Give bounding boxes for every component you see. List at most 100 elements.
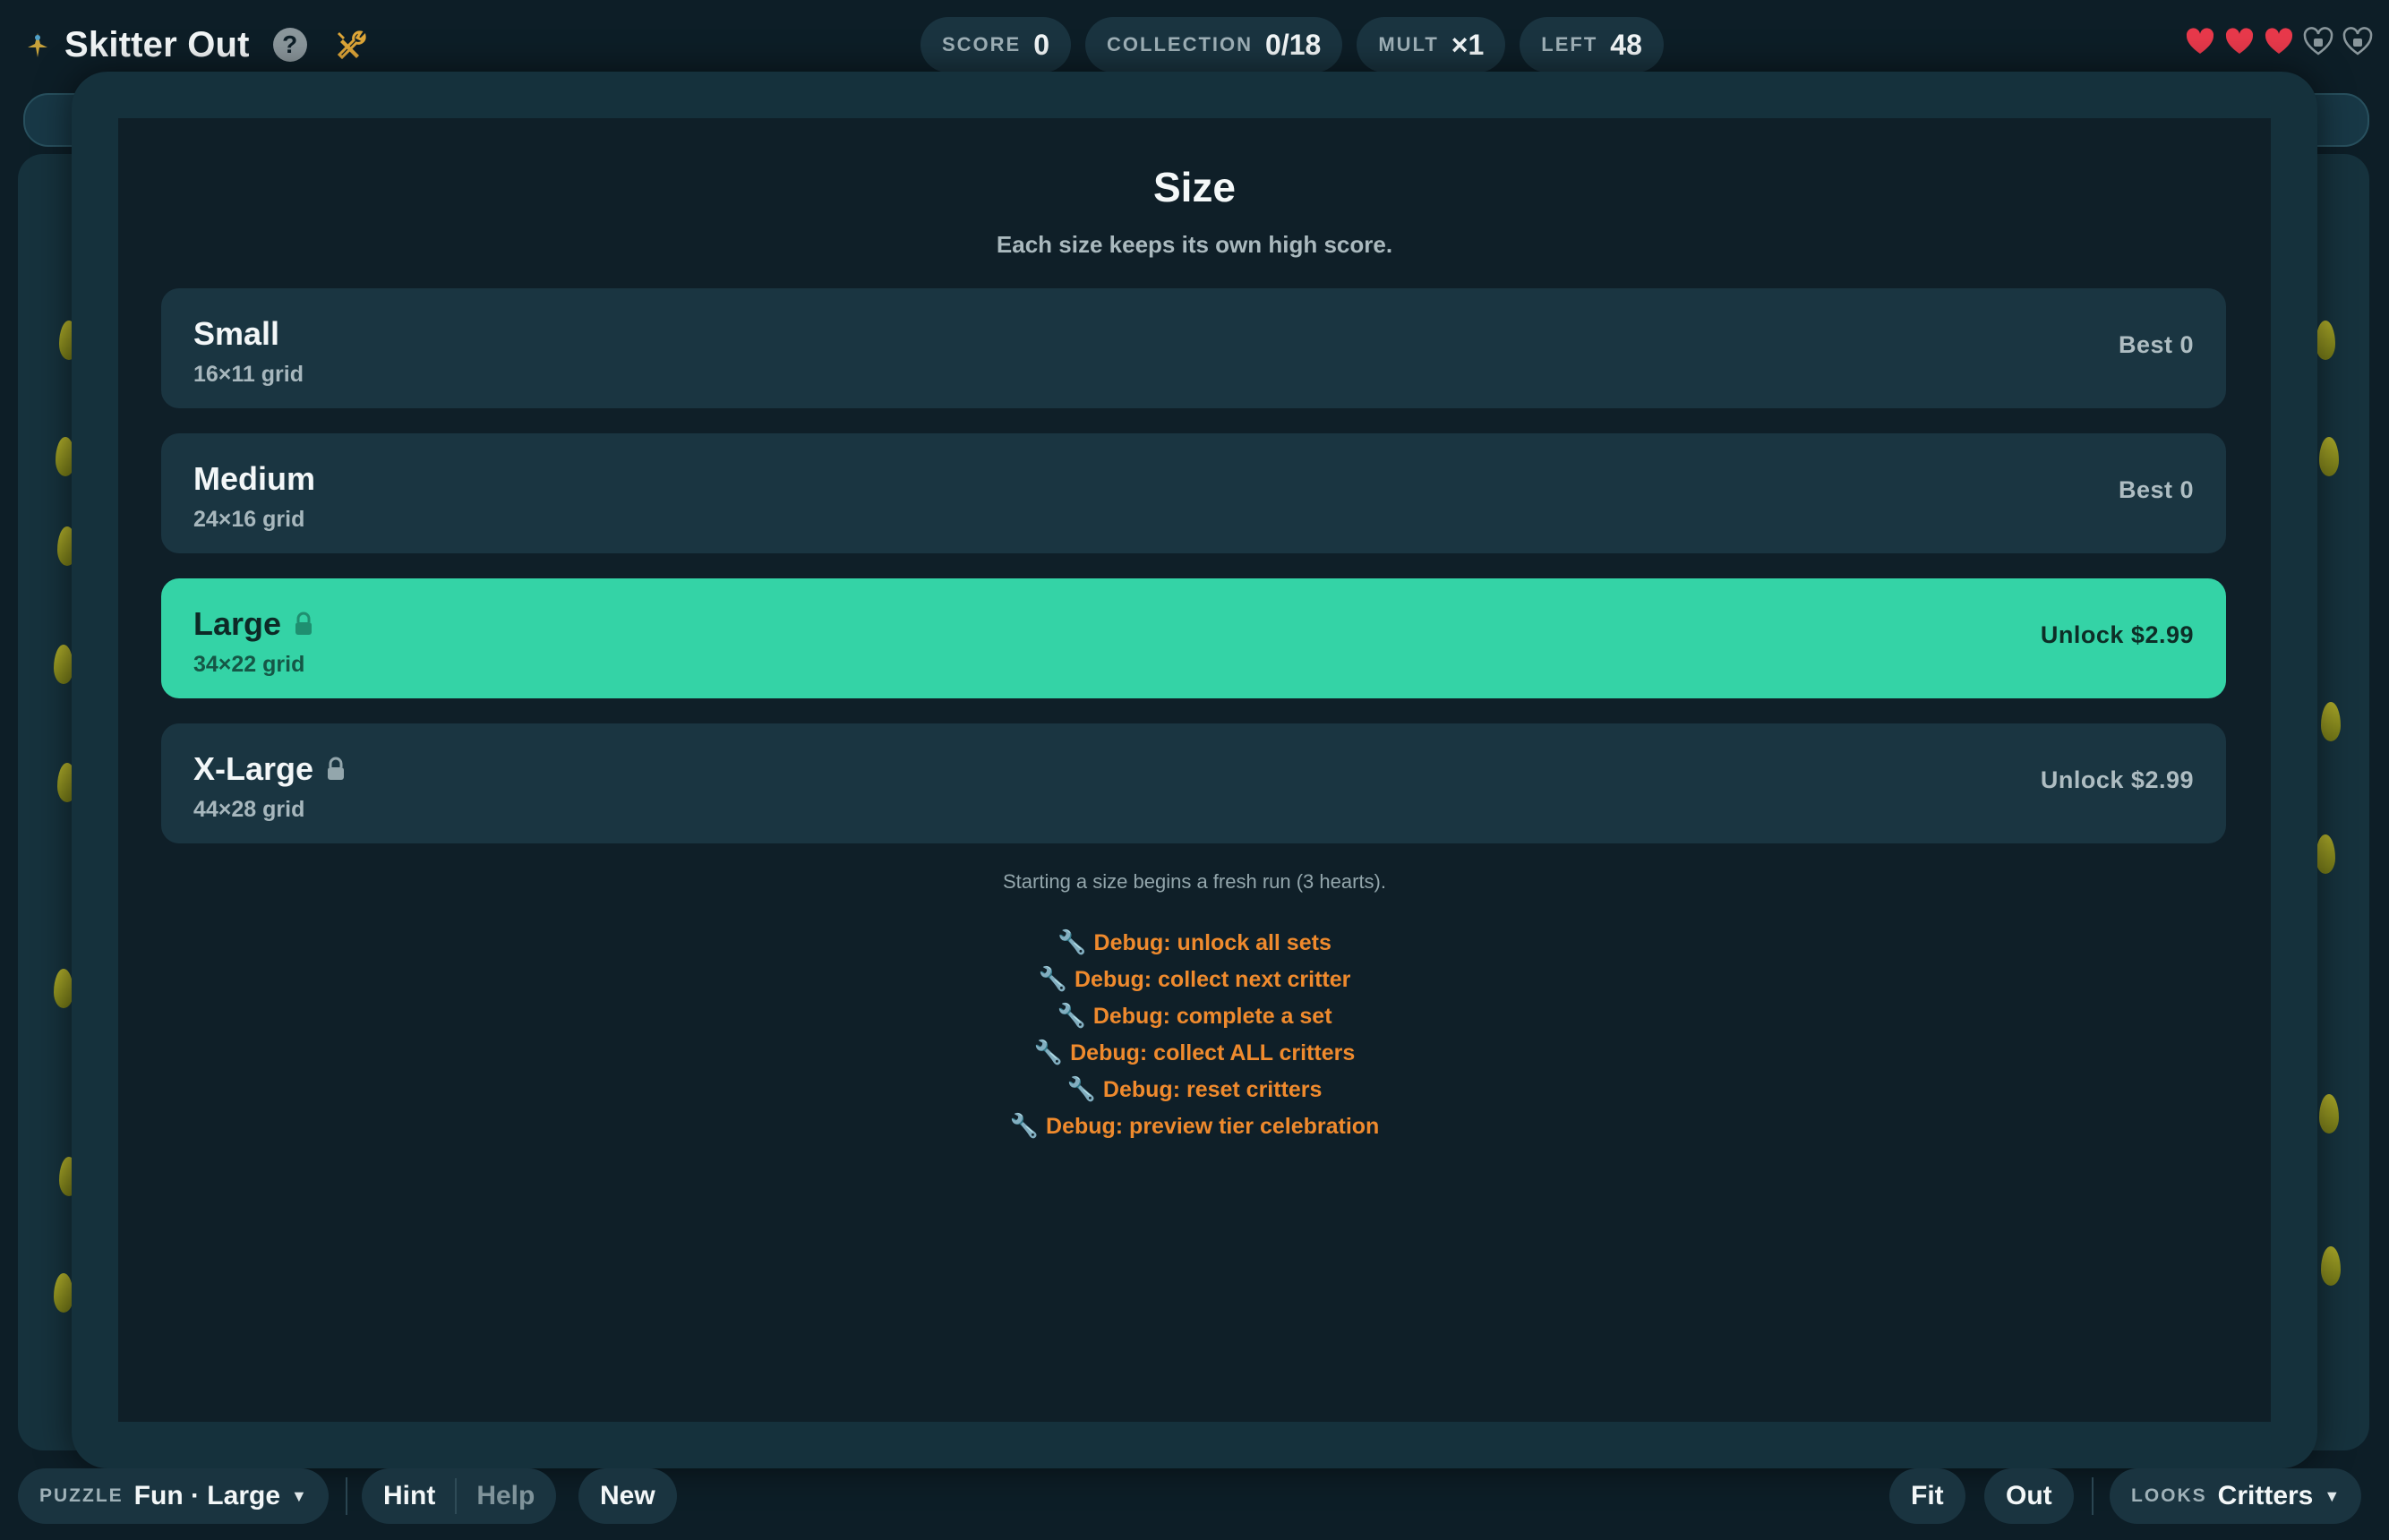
- out-label: Out: [2006, 1481, 2052, 1510]
- puzzle-value: Fun · Large: [133, 1481, 281, 1510]
- wrench-icon: 🔧: [1066, 1075, 1096, 1102]
- size-name-label: Large: [193, 605, 282, 642]
- debug-label: Debug: collect next critter: [1074, 967, 1351, 992]
- size-grid: 24×16 grid: [193, 507, 305, 532]
- tools-icon[interactable]: [330, 25, 370, 64]
- new-button[interactable]: New: [578, 1468, 677, 1524]
- size-best: Best 0: [2118, 331, 2194, 358]
- stat-value: 48: [1610, 28, 1642, 61]
- brand: Skitter Out ?: [20, 20, 370, 70]
- wrench-icon: 🔧: [1057, 1002, 1086, 1029]
- leaf-decoration: [2319, 1094, 2339, 1134]
- unlock-price[interactable]: Unlock $2.99: [2041, 766, 2194, 794]
- size-dialog: Size Each size keeps its own high score.…: [118, 118, 2271, 1422]
- debug-collect-next-critter[interactable]: 🔧 Debug: collect next critter: [118, 961, 2271, 997]
- heart-full-icon: [2225, 28, 2254, 54]
- app-title: Skitter Out: [64, 24, 250, 64]
- wrench-icon: 🔧: [1038, 965, 1067, 992]
- size-name: X-Large: [193, 750, 346, 788]
- fresh-run-note: Starting a size begins a fresh run (3 he…: [1003, 870, 1386, 893]
- divider: [455, 1478, 458, 1514]
- size-best: Best 0: [2118, 476, 2194, 503]
- wrench-icon: 🔧: [1057, 928, 1087, 955]
- leaf-decoration: [54, 645, 73, 684]
- dialog-title: Size: [1152, 164, 1237, 210]
- debug-label: Debug: unlock all sets: [1093, 930, 1332, 955]
- leaf-decoration: [2321, 702, 2341, 741]
- size-option-small[interactable]: Small 16×11 grid Best 0: [161, 288, 2226, 408]
- stat-label: LEFT: [1541, 33, 1598, 56]
- size-name-label: Small: [193, 315, 280, 352]
- looks-selector[interactable]: LOOKS Critters ▼: [2110, 1468, 2362, 1524]
- leaf-decoration: [2316, 321, 2335, 360]
- size-name-label: X-Large: [193, 750, 314, 787]
- size-name: Large: [193, 605, 313, 643]
- size-option-x-large[interactable]: X-Large 44×28 grid Unlock $2.99: [161, 723, 2226, 843]
- wrench-icon: 🔧: [1033, 1039, 1064, 1065]
- size-grid: 34×22 grid: [193, 652, 305, 677]
- size-name: Small: [193, 315, 279, 353]
- looks-label: LOOKS: [2131, 1485, 2207, 1506]
- bug-logo-icon: [20, 27, 56, 63]
- stat-value: ×1: [1451, 28, 1485, 61]
- debug-menu: 🔧 Debug: unlock all sets 🔧 Debug: collect …: [118, 924, 2271, 1144]
- dialog-subtitle: Each size keeps its own high score.: [996, 231, 1393, 258]
- leaf-decoration: [2321, 1246, 2341, 1286]
- size-grid: 44×28 grid: [193, 797, 305, 822]
- stats-bar: SCORE 0 COLLECTION 0/18 MULT ×1 LEFT 48: [920, 17, 1664, 73]
- fit-button[interactable]: Fit: [1889, 1468, 1965, 1524]
- new-label: New: [600, 1481, 655, 1510]
- hint-button[interactable]: Hint: [383, 1481, 435, 1511]
- size-grid: 16×11 grid: [193, 362, 304, 387]
- size-option-medium[interactable]: Medium 24×16 grid Best 0: [161, 433, 2226, 553]
- looks-value: Critters: [2217, 1481, 2314, 1510]
- unlock-price[interactable]: Unlock $2.99: [2041, 621, 2194, 649]
- debug-unlock-all-sets[interactable]: 🔧 Debug: unlock all sets: [118, 924, 2271, 961]
- debug-reset-critters[interactable]: 🔧 Debug: reset critters: [118, 1071, 2271, 1108]
- lock-icon: [295, 612, 313, 635]
- stat-value: 0/18: [1265, 28, 1322, 61]
- puzzle-label: PUZZLE: [39, 1485, 124, 1506]
- lock-icon: [328, 757, 345, 780]
- collection-stat: COLLECTION 0/18: [1085, 17, 1343, 73]
- leaf-decoration: [54, 1273, 73, 1313]
- debug-preview-tier-celebration[interactable]: 🔧 Debug: preview tier celebration: [118, 1108, 2271, 1144]
- divider: [346, 1477, 347, 1515]
- bottom-toolbar: PUZZLE Fun · Large ▼ Hint Help New Fit O…: [0, 1468, 2389, 1524]
- stat-label: COLLECTION: [1107, 33, 1254, 56]
- fit-label: Fit: [1911, 1481, 1944, 1510]
- mult-stat: MULT ×1: [1357, 17, 1506, 73]
- stat-value: 0: [1033, 28, 1050, 61]
- heart-empty-icon: [2303, 27, 2333, 56]
- heart-full-icon: [2265, 28, 2293, 54]
- size-name-label: Medium: [193, 460, 316, 497]
- leaf-decoration: [2316, 834, 2335, 874]
- hearts-meter: [2185, 27, 2373, 57]
- stat-label: SCORE: [942, 33, 1022, 56]
- debug-collect-all-critters[interactable]: 🔧 Debug: collect ALL critters: [118, 1034, 2271, 1071]
- debug-label: Debug: preview tier celebration: [1046, 1114, 1380, 1139]
- leaf-decoration: [54, 969, 73, 1008]
- score-stat: SCORE 0: [920, 17, 1072, 73]
- wrench-icon: 🔧: [1009, 1112, 1040, 1139]
- size-options: Small 16×11 grid Best 0 Medium 24×16 gri…: [161, 288, 2226, 868]
- chevron-down-icon: ▼: [291, 1486, 307, 1505]
- leaf-decoration: [2319, 437, 2339, 476]
- left-stat: LEFT 48: [1520, 17, 1664, 73]
- chevron-down-icon: ▼: [2324, 1486, 2341, 1505]
- hint-help-group: Hint Help: [362, 1468, 557, 1524]
- debug-complete-set[interactable]: 🔧 Debug: complete a set: [118, 997, 2271, 1034]
- heart-empty-icon: [2342, 27, 2373, 56]
- debug-label: Debug: reset critters: [1102, 1077, 1323, 1102]
- size-option-large[interactable]: Large 34×22 grid Unlock $2.99: [161, 578, 2226, 698]
- help-button[interactable]: Help: [476, 1481, 535, 1511]
- zoom-out-button[interactable]: Out: [1984, 1468, 2074, 1524]
- size-name: Medium: [193, 460, 315, 498]
- heart-full-icon: [2186, 28, 2214, 54]
- puzzle-selector[interactable]: PUZZLE Fun · Large ▼: [18, 1468, 329, 1524]
- debug-label: Debug: collect ALL critters: [1070, 1040, 1356, 1065]
- stat-label: MULT: [1378, 33, 1439, 56]
- debug-label: Debug: complete a set: [1092, 1004, 1332, 1029]
- help-button[interactable]: ?: [272, 28, 307, 62]
- divider: [2092, 1477, 2094, 1515]
